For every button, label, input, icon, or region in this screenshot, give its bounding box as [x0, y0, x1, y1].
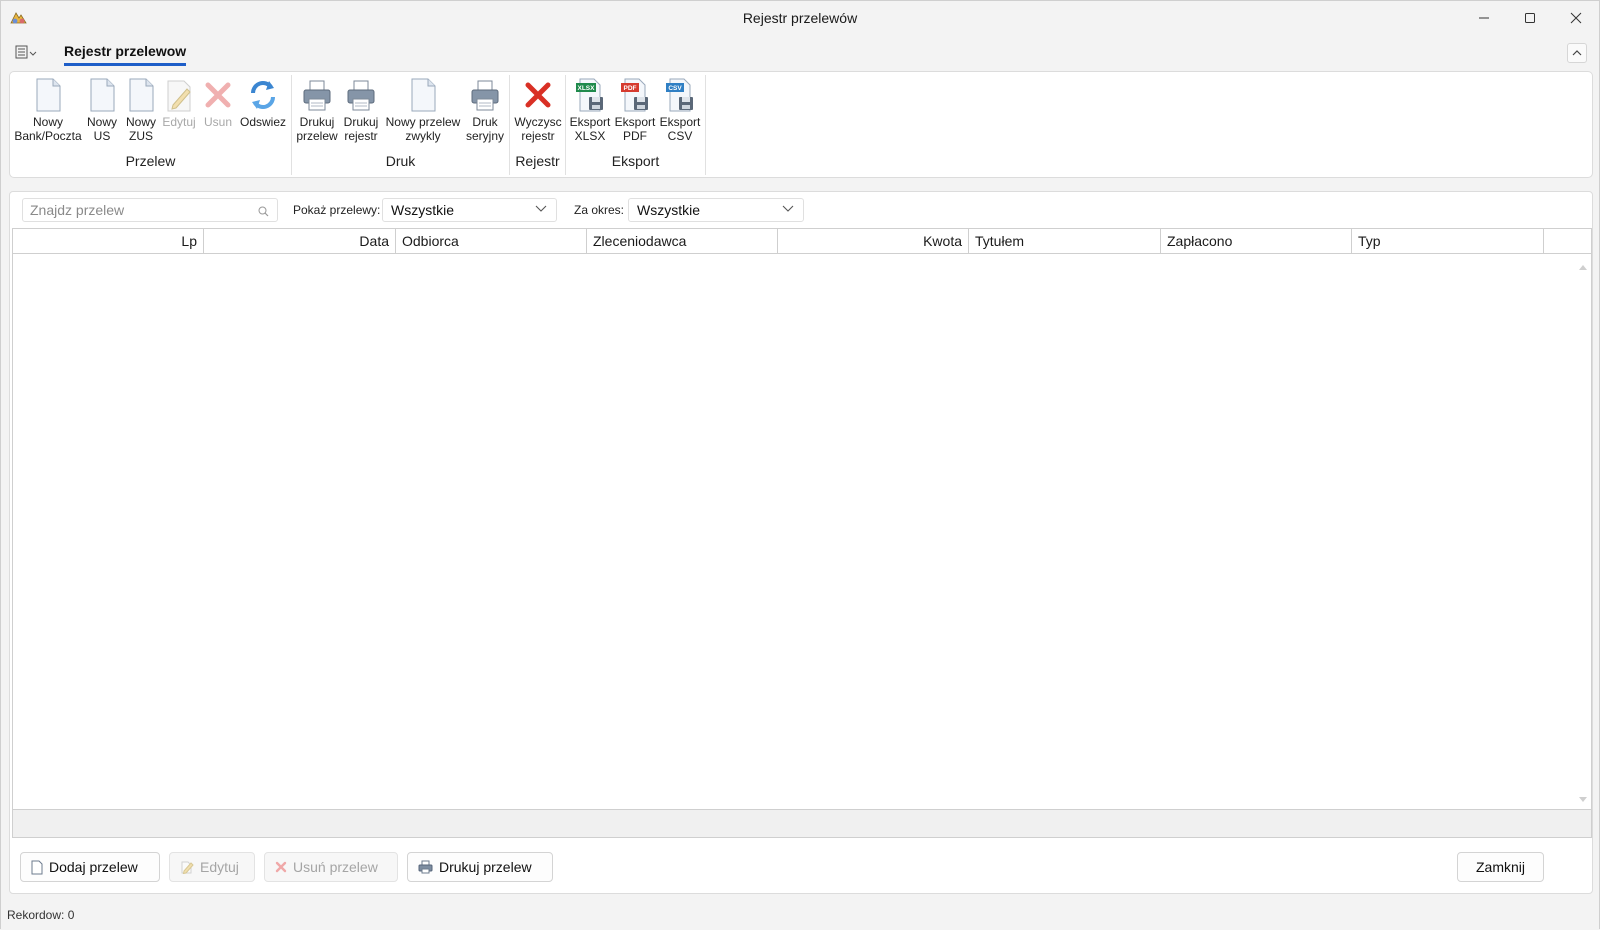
period-value: Wszystkie — [637, 202, 700, 218]
table-header: Lp Data Odbiorca Zleceniodawca Kwota Tyt… — [13, 229, 1591, 254]
record-count: Rekordow: 0 — [7, 908, 75, 922]
quick-access-menu-icon[interactable] — [15, 45, 37, 62]
column-header-kwota[interactable]: Kwota — [778, 229, 969, 254]
export-xlsx-button[interactable]: XLSX Eksport XLSX — [568, 77, 612, 143]
ribbon-group-druk: Drukuj przelew Drukuj rejestr Nowy przel… — [292, 75, 510, 175]
delete-icon — [205, 82, 231, 108]
status-bar: Rekordow: 0 — [1, 903, 1599, 930]
new-document-icon — [411, 78, 436, 112]
pdf-file-icon: PDF — [621, 78, 648, 112]
new-document-icon — [36, 78, 61, 112]
delete-transfer-button[interactable]: Usun — [200, 77, 236, 129]
new-bank-transfer-button[interactable]: Nowy Bank/Poczta — [14, 77, 82, 143]
ribbon: Nowy Bank/Poczta Nowy US Nowy ZUS Edytuj… — [9, 71, 1593, 178]
column-header-lp[interactable]: Lp — [13, 229, 204, 254]
new-zus-transfer-button[interactable]: Nowy ZUS — [122, 77, 160, 143]
edit-label: Edytuj — [200, 859, 239, 875]
new-plain-transfer-button[interactable]: Nowy przelew zwykly — [384, 77, 462, 143]
scroll-up-icon[interactable] — [1579, 258, 1587, 273]
printer-icon — [303, 80, 331, 111]
chevron-down-icon — [782, 205, 794, 212]
printer-icon — [418, 860, 433, 874]
filter-bar: Pokaż przelewy: Wszystkie Za okres: Wszy… — [10, 192, 1592, 228]
main-window: Rejestr przelewów Rejestr przelewow Nowy… — [0, 0, 1600, 930]
new-document-icon — [31, 860, 43, 875]
table-footer — [13, 809, 1591, 837]
printer-icon — [347, 80, 375, 111]
add-transfer-label: Dodaj przelew — [49, 859, 138, 875]
edit-button[interactable]: Edytuj — [169, 852, 255, 882]
delete-icon — [275, 861, 287, 873]
svg-text:XLSX: XLSX — [578, 85, 596, 92]
show-transfers-select[interactable]: Wszystkie — [382, 198, 557, 222]
maximize-button[interactable] — [1507, 1, 1553, 35]
new-document-icon — [129, 78, 154, 112]
serial-print-button[interactable]: Druk seryjny — [464, 77, 506, 143]
close-label: Zamknij — [1475, 859, 1525, 875]
svg-text:CSV: CSV — [668, 85, 682, 92]
column-header-typ[interactable]: Typ — [1352, 229, 1544, 254]
close-window-button[interactable] — [1553, 1, 1599, 35]
maximize-icon — [1525, 13, 1535, 23]
delete-transfer-bottom-button[interactable]: Usuń przelew — [264, 852, 398, 882]
group-label-przelew: Przelew — [125, 153, 176, 169]
title-bar: Rejestr przelewów — [1, 1, 1599, 35]
close-button[interactable]: Zamknij — [1457, 852, 1544, 882]
add-transfer-button[interactable]: Dodaj przelew — [20, 852, 160, 882]
print-transfer-label: Drukuj przelew — [439, 859, 532, 875]
refresh-icon — [251, 81, 275, 109]
column-header-odbiorca[interactable]: Odbiorca — [396, 229, 587, 254]
show-transfers-label: Pokaż przelewy: — [293, 203, 381, 217]
search-icon[interactable] — [258, 205, 269, 220]
new-us-transfer-button[interactable]: Nowy US — [84, 77, 120, 143]
edit-icon — [180, 860, 194, 874]
minimize-icon — [1479, 17, 1489, 19]
tab-rejestr-przelewow[interactable]: Rejestr przelewow — [64, 43, 187, 66]
period-select[interactable]: Wszystkie — [628, 198, 804, 222]
print-transfer-bottom-button[interactable]: Drukuj przelew — [407, 852, 553, 882]
print-register-button[interactable]: Drukuj rejestr — [340, 77, 382, 143]
svg-text:PDF: PDF — [624, 85, 637, 92]
search-input[interactable] — [23, 199, 248, 221]
scroll-down-icon[interactable] — [1579, 791, 1587, 806]
period-label: Za okres: — [574, 203, 625, 217]
print-transfer-button[interactable]: Drukuj przelew — [294, 77, 340, 143]
transfers-table: Lp Data Odbiorca Zleceniodawca Kwota Tyt… — [12, 228, 1592, 838]
csv-file-icon: CSV — [666, 78, 693, 112]
action-bar: Dodaj przelew Edytuj Usuń przelew Drukuj… — [10, 840, 1592, 894]
delete-icon — [525, 82, 551, 108]
ribbon-group-rejestr: Wyczysc rejestr Rejestr — [510, 75, 566, 175]
chevron-up-icon — [1572, 50, 1582, 56]
group-label-eksport: Eksport — [611, 153, 660, 169]
group-label-rejestr: Rejestr — [515, 153, 560, 169]
column-header-tytulem[interactable]: Tytułem — [969, 229, 1161, 254]
ribbon-group-eksport: XLSX Eksport XLSX PDF Eksport PDF CSV Ek… — [566, 75, 706, 175]
content-panel: Pokaż przelewy: Wszystkie Za okres: Wszy… — [9, 191, 1593, 894]
minimize-button[interactable] — [1461, 1, 1507, 35]
column-header-data[interactable]: Data — [204, 229, 396, 254]
group-label-druk: Druk — [385, 153, 416, 169]
delete-transfer-label: Usuń przelew — [293, 859, 378, 875]
chevron-down-icon — [535, 205, 547, 212]
ribbon-tab-row: Rejestr przelewow — [1, 37, 1599, 67]
new-document-icon — [90, 78, 115, 112]
ribbon-group-przelew: Nowy Bank/Poczta Nowy US Nowy ZUS Edytuj… — [10, 75, 292, 175]
export-pdf-button[interactable]: PDF Eksport PDF — [614, 77, 656, 143]
collapse-ribbon-button[interactable] — [1567, 43, 1587, 63]
edit-transfer-button[interactable]: Edytuj — [160, 77, 198, 129]
show-transfers-value: Wszystkie — [391, 202, 454, 218]
xlsx-file-icon: XLSX — [576, 78, 603, 112]
clear-register-button[interactable]: Wyczysc rejestr — [513, 77, 563, 143]
refresh-button[interactable]: Odswiez — [238, 77, 288, 129]
printer-icon — [471, 80, 499, 111]
column-header-zaplacono[interactable]: Zapłacono — [1161, 229, 1352, 254]
window-title: Rejestr przelewów — [742, 10, 858, 26]
search-box — [22, 198, 278, 222]
export-csv-button[interactable]: CSV Eksport CSV — [658, 77, 702, 143]
table-body[interactable] — [13, 255, 1591, 809]
column-header-zleceniodawca[interactable]: Zleceniodawca — [587, 229, 778, 254]
close-icon — [1570, 12, 1582, 24]
edit-icon — [167, 80, 191, 112]
